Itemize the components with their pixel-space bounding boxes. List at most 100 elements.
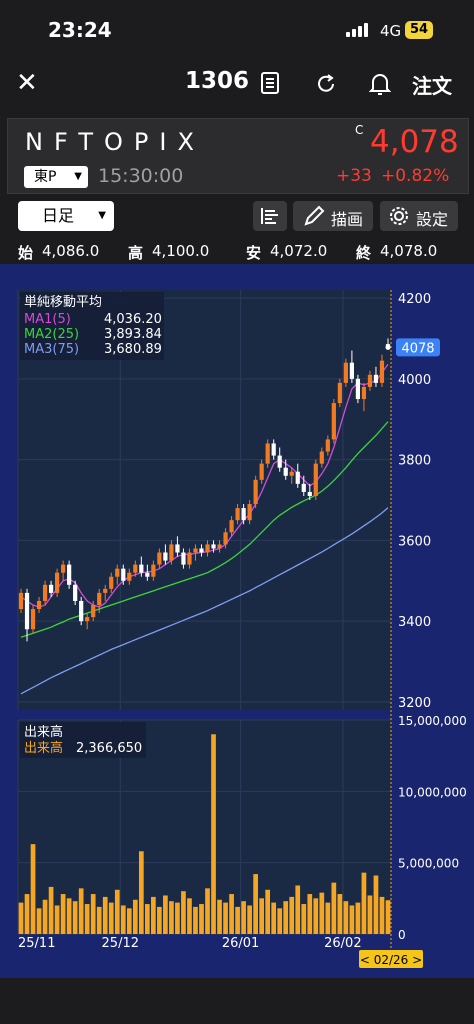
candle-body <box>361 386 367 400</box>
volume-bar <box>307 894 313 934</box>
candle-body <box>355 378 361 400</box>
ohlc-row: 始 4,086.0 高 4,100.0 安 4,072.0 終 4,078.0 <box>0 240 474 264</box>
candle-body <box>103 588 108 593</box>
volume-bar <box>48 886 54 934</box>
draw-button[interactable]: 描画 <box>293 201 373 231</box>
close-label: 終 <box>356 244 372 262</box>
security-code: 1306 <box>185 68 250 94</box>
volume-bar <box>253 874 258 934</box>
price-tick-label: 4200 <box>398 292 431 307</box>
candle-body <box>295 471 300 484</box>
candlestick-chart[interactable]: 4200 4000 3800 3600 3400 3200 15,000,000 10,000… <box>0 264 474 978</box>
candle <box>67 560 72 589</box>
candle-body <box>115 568 120 577</box>
volume-bar <box>325 902 331 934</box>
indicator-button[interactable] <box>253 201 287 231</box>
candle-body <box>42 584 48 601</box>
price-tick-label: 3400 <box>398 615 431 630</box>
volume-bar <box>259 898 264 934</box>
candle-body <box>151 564 156 577</box>
volume-bar <box>277 908 283 934</box>
volume-bar <box>379 896 385 934</box>
document-icon[interactable] <box>260 72 280 94</box>
volume-bar <box>114 889 120 934</box>
candle <box>331 399 336 444</box>
ma-legend-title: 単純移動平均 <box>24 294 102 310</box>
volume-bar <box>78 888 84 934</box>
candle-body <box>67 564 72 585</box>
volume-bar <box>313 898 319 934</box>
candle-body <box>211 544 216 549</box>
ma2-legend-name: MA2(25) <box>24 327 79 342</box>
candle-body <box>229 520 234 533</box>
chart-area[interactable]: 4200 4000 3800 3600 3400 3200 15,000,000 10,000… <box>0 264 474 978</box>
network-label: 4G <box>380 22 402 40</box>
volume-bar <box>175 902 180 934</box>
volume-bar <box>295 885 301 934</box>
signal-icon <box>346 23 372 37</box>
bell-icon[interactable] <box>369 72 391 96</box>
volume-bar <box>84 904 90 934</box>
price-tick-label: 3200 <box>398 696 431 711</box>
volume-bar <box>319 892 325 934</box>
date-tick-label: 25/11 <box>18 936 55 951</box>
market-select[interactable]: 東P ▼ <box>24 166 88 188</box>
volume-bar <box>211 734 216 934</box>
candle-body <box>163 552 168 561</box>
volume-bar <box>24 894 30 934</box>
volume-bar <box>108 902 114 934</box>
price-tick-label: 3600 <box>398 534 431 549</box>
volume-bar <box>301 904 307 934</box>
refresh-icon[interactable] <box>315 73 337 95</box>
candle-body <box>121 568 126 581</box>
volume-bar <box>138 851 144 934</box>
volume-bar <box>283 901 289 934</box>
chevron-down-icon: ▼ <box>98 210 106 221</box>
ma1-legend-value: 4,036.20 <box>104 312 162 327</box>
settings-label: 設定 <box>416 210 449 229</box>
candle-body <box>247 504 252 521</box>
volume-bar <box>193 906 198 934</box>
candle-body <box>235 508 240 521</box>
volume-bar <box>163 895 168 934</box>
volume-bar <box>102 896 108 934</box>
candle-body <box>337 382 342 404</box>
candle-body <box>139 564 144 573</box>
candle <box>54 568 60 597</box>
chevron-down-icon: ▼ <box>74 171 82 182</box>
volume-bar <box>271 902 277 934</box>
period-select[interactable]: 日足 ▼ <box>18 201 114 231</box>
candle-body <box>24 592 30 630</box>
volume-bar <box>66 898 72 934</box>
price-tick-label: 4000 <box>398 373 431 388</box>
volume-bar <box>337 894 343 934</box>
status-time: 23:24 <box>48 18 112 42</box>
bar-chart-icon <box>261 208 278 224</box>
low-value: 4,072.0 <box>270 242 328 260</box>
volume-bar <box>361 872 367 934</box>
candle-body <box>61 564 66 573</box>
settings-button[interactable]: 設定 <box>380 201 458 231</box>
volume-bar <box>181 891 186 934</box>
price-change: +33 <box>336 166 372 186</box>
close-value: 4,078.0 <box>380 242 438 260</box>
volume-bar <box>199 904 204 934</box>
status-bar: 23:24 4G 54 <box>0 0 474 60</box>
order-button[interactable]: 注文 <box>412 70 452 99</box>
volume-bar <box>126 908 132 934</box>
ma1-legend-name: MA1(5) <box>24 312 71 327</box>
date-tick-label: 26/02 <box>324 936 361 951</box>
candle-body <box>349 362 355 379</box>
low-label: 安 <box>246 244 262 262</box>
candle <box>313 459 318 500</box>
candle-body <box>175 544 180 553</box>
close-icon[interactable]: ✕ <box>16 70 38 96</box>
current-price: 4,078 <box>370 124 459 160</box>
volume-bar <box>223 902 228 934</box>
candle-body <box>313 463 318 496</box>
volume-bar <box>187 898 192 934</box>
volume-bar <box>72 901 78 934</box>
volume-tick-label: 15,000,000 <box>398 714 467 728</box>
high-label: 高 <box>128 244 144 262</box>
candle-body <box>36 600 42 610</box>
